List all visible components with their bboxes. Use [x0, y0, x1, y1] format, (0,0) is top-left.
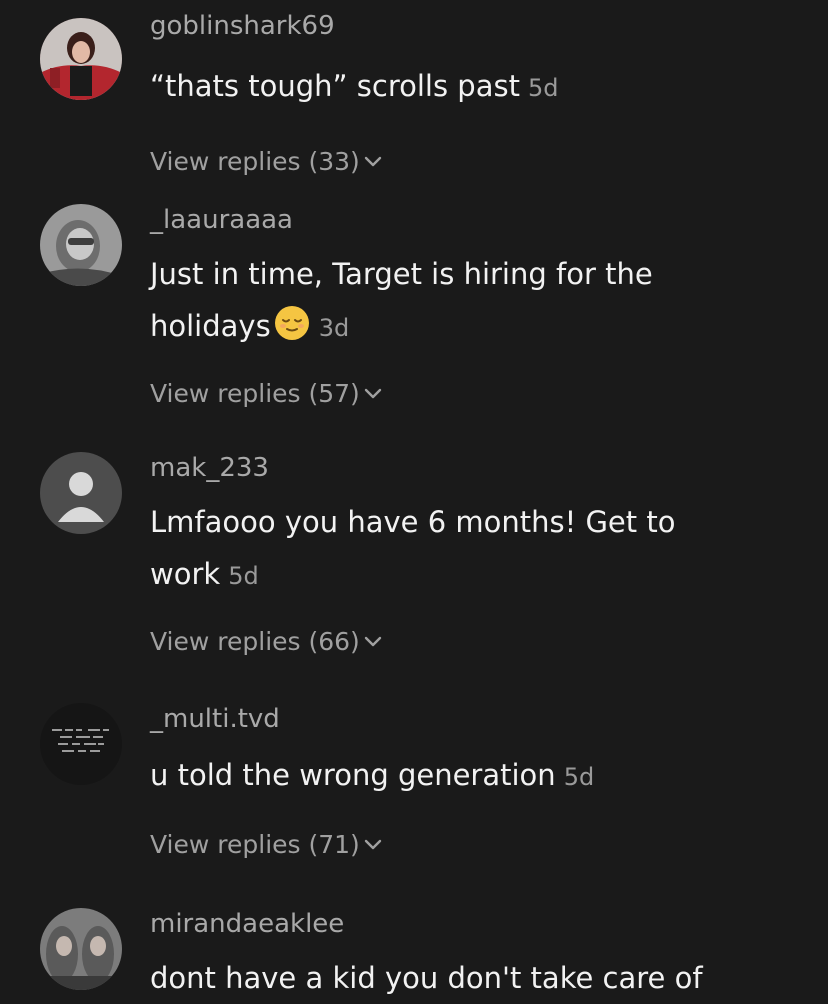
default-user-icon [40, 452, 122, 534]
view-replies-label: View replies (66) [150, 627, 360, 656]
comment-username[interactable]: mirandaeaklee [150, 908, 808, 940]
comment-text-content: “thats tough” scrolls past [150, 69, 520, 103]
comment-body: mirandaeaklee dont have a kid you don't … [150, 908, 808, 1004]
user-avatar[interactable] [40, 18, 122, 100]
comment-text: dont have a kid you don't take care of [150, 952, 808, 1004]
view-replies-label: View replies (57) [150, 379, 360, 408]
comment-text-content: dont have a kid you don't take care of [150, 961, 703, 995]
comment-body: goblinshark69 “thats tough” scrolls past… [150, 10, 808, 178]
user-avatar[interactable] [40, 703, 122, 785]
view-replies-button[interactable]: View replies (66) [150, 626, 382, 658]
chevron-down-icon [364, 156, 382, 168]
comment-body: _laauraaaa Just in time, Target is hirin… [150, 204, 808, 410]
user-avatar[interactable] [40, 204, 122, 286]
view-replies-button[interactable]: View replies (71) [150, 829, 382, 861]
profile-photo-icon [40, 204, 122, 286]
comment-timestamp: 3d [318, 314, 350, 342]
comment-timestamp: 5d [228, 562, 259, 590]
comment-username[interactable]: _multi.tvd [150, 703, 808, 735]
comment-timestamp: 5d [563, 763, 595, 791]
user-avatar[interactable] [40, 452, 122, 534]
profile-photo-icon [40, 18, 122, 100]
comment-username[interactable]: mak_233 [150, 452, 808, 484]
view-replies-button[interactable]: View replies (57) [150, 378, 382, 410]
view-replies-label: View replies (33) [150, 147, 360, 176]
comment-text: Lmfaooo you have 6 months! Get to work 5d [150, 496, 770, 602]
comment-body: mak_233 Lmfaooo you have 6 months! Get t… [150, 452, 808, 658]
view-replies-label: View replies (71) [150, 830, 360, 859]
profile-photo-icon [40, 908, 122, 990]
chevron-down-icon [364, 388, 382, 400]
profile-photo-icon [40, 703, 122, 785]
comment-text: Just in time, Target is hiring for the h… [150, 248, 770, 354]
view-replies-button[interactable]: View replies (33) [150, 146, 382, 178]
comment-feed: goblinshark69 “thats tough” scrolls past… [0, 0, 828, 999]
user-avatar[interactable] [40, 908, 122, 990]
relieved-face-emoji-icon [273, 304, 311, 342]
chevron-down-icon [364, 839, 382, 851]
comment-text: u told the wrong generation 5d [150, 749, 808, 803]
comment-timestamp: 5d [527, 74, 559, 102]
comment-text-content: u told the wrong generation [150, 758, 556, 792]
comment-username[interactable]: goblinshark69 [150, 10, 808, 42]
comment-body: _multi.tvd u told the wrong generation 5d… [150, 703, 808, 861]
comment-username[interactable]: _laauraaaa [150, 204, 808, 236]
comment-text: “thats tough” scrolls past 5d [150, 60, 808, 114]
chevron-down-icon [364, 636, 382, 648]
comment-text-content: Just in time, Target is hiring for the h… [150, 257, 653, 343]
